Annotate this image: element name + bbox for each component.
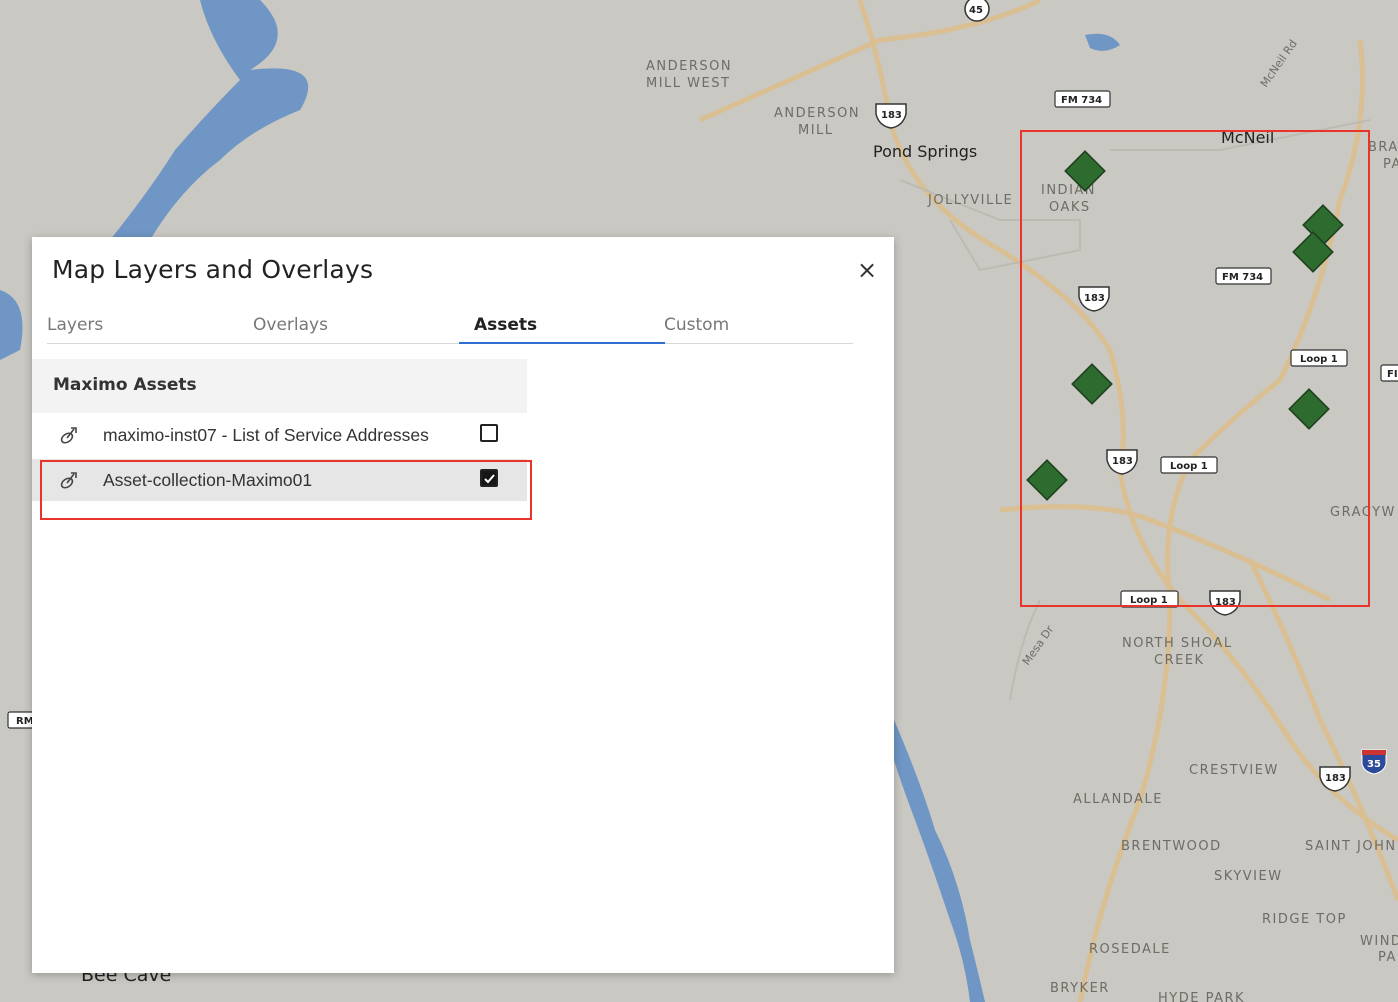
list-item-label: Asset-collection-Maximo01 bbox=[103, 470, 313, 490]
tab-bar: Layers Overlays Assets Custom bbox=[47, 309, 853, 344]
list-item[interactable]: Asset-collection-Maximo01 bbox=[32, 459, 527, 501]
list-item-label: maximo-inst07 - List of Service Addresse… bbox=[103, 425, 429, 445]
svg-text:SAINT JOHN: SAINT JOHN bbox=[1305, 839, 1397, 854]
tab-overlays[interactable]: Overlays bbox=[253, 309, 459, 342]
svg-text:ROSEDALE: ROSEDALE bbox=[1089, 942, 1171, 957]
svg-text:SKYVIEW: SKYVIEW bbox=[1214, 869, 1283, 884]
svg-text:183: 183 bbox=[881, 110, 902, 121]
svg-text:Pond Springs: Pond Springs bbox=[873, 142, 977, 161]
tab-assets-label: Assets bbox=[474, 315, 538, 335]
checkmark-icon bbox=[484, 474, 495, 484]
dialog-title: Map Layers and Overlays bbox=[52, 255, 374, 284]
svg-text:Loop 1: Loop 1 bbox=[1130, 595, 1168, 606]
svg-text:45: 45 bbox=[969, 5, 983, 16]
section-title: Maximo Assets bbox=[53, 375, 197, 395]
svg-text:PA: PA bbox=[1378, 950, 1397, 965]
layer-checkbox[interactable] bbox=[480, 469, 498, 487]
svg-text:FM 734: FM 734 bbox=[1061, 95, 1102, 106]
svg-text:Loop 1: Loop 1 bbox=[1300, 354, 1338, 365]
svg-text:FI: FI bbox=[1387, 369, 1398, 380]
svg-text:HYDE PARK: HYDE PARK bbox=[1158, 991, 1245, 1002]
svg-text:183: 183 bbox=[1084, 293, 1105, 304]
svg-text:RIDGE TOP: RIDGE TOP bbox=[1262, 912, 1347, 927]
tab-assets[interactable]: Assets bbox=[459, 309, 665, 344]
list-item[interactable]: maximo-inst07 - List of Service Addresse… bbox=[32, 414, 527, 456]
svg-text:FM 734: FM 734 bbox=[1222, 272, 1263, 283]
asset-icon bbox=[60, 427, 77, 444]
svg-text:MILL WEST: MILL WEST bbox=[646, 76, 730, 91]
svg-text:183: 183 bbox=[1325, 773, 1346, 784]
close-icon[interactable]: × bbox=[854, 257, 880, 283]
svg-text:McNeil: McNeil bbox=[1221, 128, 1274, 147]
svg-text:PA: PA bbox=[1383, 157, 1398, 172]
svg-text:35: 35 bbox=[1367, 759, 1381, 770]
svg-text:JOLLYVILLE: JOLLYVILLE bbox=[927, 193, 1013, 208]
tab-custom[interactable]: Custom bbox=[664, 309, 870, 342]
svg-text:ANDERSON: ANDERSON bbox=[774, 106, 860, 121]
svg-text:CREEK: CREEK bbox=[1154, 653, 1205, 668]
svg-text:183: 183 bbox=[1215, 597, 1236, 608]
svg-text:183: 183 bbox=[1112, 456, 1133, 467]
svg-text:BRYKER: BRYKER bbox=[1050, 981, 1110, 996]
svg-text:CRESTVIEW: CRESTVIEW bbox=[1189, 763, 1279, 778]
layer-checkbox[interactable] bbox=[480, 424, 498, 442]
svg-text:Loop 1: Loop 1 bbox=[1170, 461, 1208, 472]
svg-text:OAKS: OAKS bbox=[1049, 200, 1091, 215]
svg-text:BRENTWOOD: BRENTWOOD bbox=[1121, 839, 1222, 854]
svg-text:ALLANDALE: ALLANDALE bbox=[1073, 792, 1163, 807]
tab-layers[interactable]: Layers bbox=[47, 309, 253, 342]
svg-text:WIND: WIND bbox=[1360, 934, 1398, 949]
map-layers-dialog: Map Layers and Overlays × Layers Overlay… bbox=[32, 237, 894, 973]
asset-icon bbox=[60, 472, 77, 489]
svg-text:BRA: BRA bbox=[1368, 140, 1398, 155]
svg-text:NORTH SHOAL: NORTH SHOAL bbox=[1122, 636, 1233, 651]
svg-text:ANDERSON: ANDERSON bbox=[646, 59, 732, 74]
svg-text:MILL: MILL bbox=[798, 123, 834, 138]
svg-text:GRACYW: GRACYW bbox=[1330, 505, 1396, 520]
section-header: Maximo Assets bbox=[32, 359, 527, 413]
